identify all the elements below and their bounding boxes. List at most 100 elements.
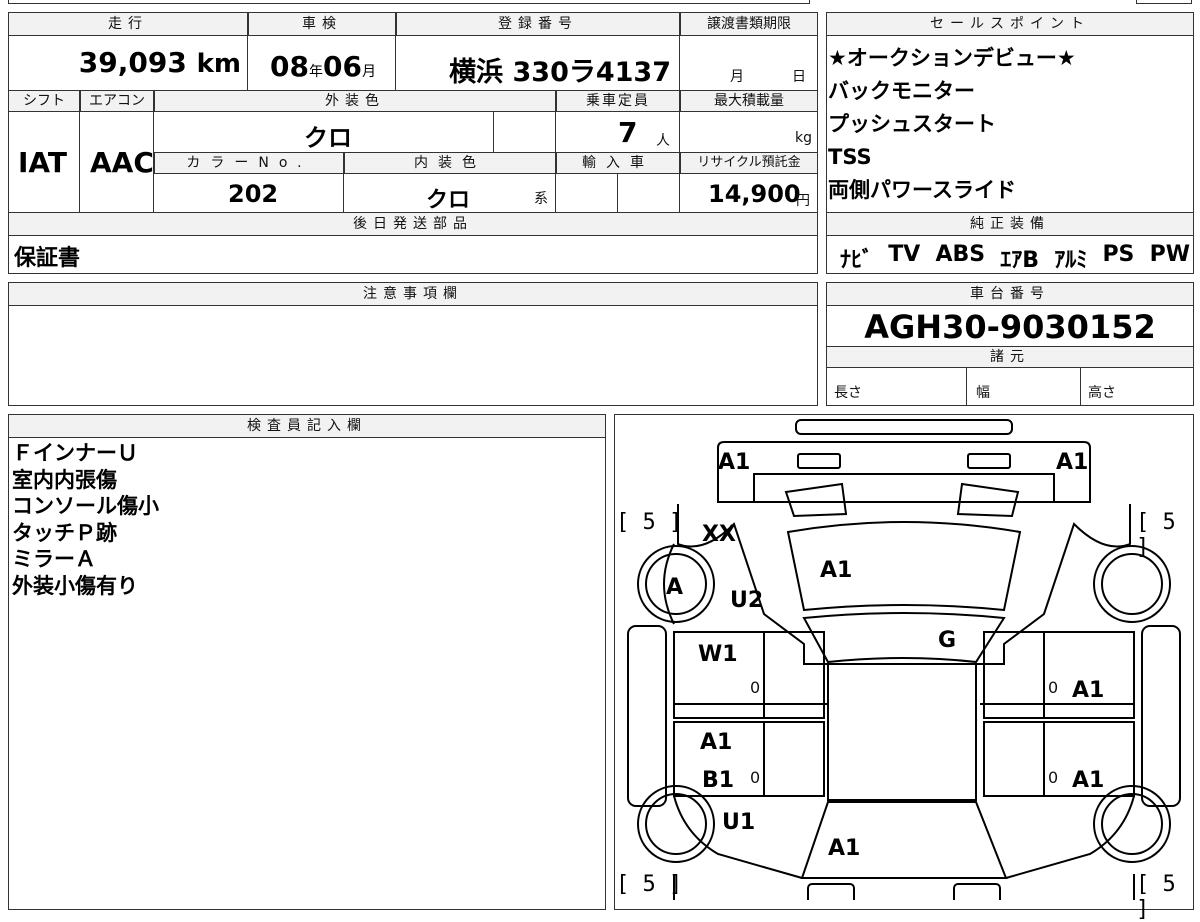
- equipment-alloy: ｱﾙﾐ: [1054, 248, 1088, 273]
- mark-right-front-door: A1: [1072, 678, 1105, 703]
- aircon-value: AAC: [90, 146, 154, 179]
- mark-hood: A1: [820, 558, 853, 583]
- interior-color-suffix: 系: [534, 191, 548, 207]
- mark-front-left-corner: A1: [718, 450, 751, 475]
- equipment-nav: ﾅﾋﾞ: [840, 248, 874, 273]
- sales-point-item: プッシュスタート: [828, 112, 996, 136]
- sales-points-label: セールスポイント: [826, 12, 1194, 36]
- equipment-airbag: ｴｱB: [1000, 248, 1040, 273]
- recycle-cell: 14,900 円: [680, 174, 818, 212]
- mileage-label: 走行: [8, 12, 248, 36]
- mileage-value: 39,093: [78, 46, 187, 79]
- top-cut-strip-right: [1136, 0, 1192, 4]
- capacity-cell: 7 人: [556, 112, 680, 152]
- chassis-label: 車台番号: [826, 282, 1194, 306]
- genuine-equipment-label: 純正装備: [826, 212, 1194, 236]
- shift-label: シフト: [8, 90, 80, 112]
- mark-left-front-fender: XX: [702, 522, 736, 547]
- recycle-unit: 円: [796, 193, 810, 209]
- inspection-month-unit: 月: [361, 64, 376, 80]
- transfer-deadline-cell: 月 日: [680, 36, 818, 90]
- color-no-cell: 202: [154, 174, 344, 212]
- aircon-label: エアコン: [80, 90, 154, 112]
- mark-right-rear-door-zero: 0: [1048, 768, 1059, 787]
- mark-roof-rear: A1: [828, 836, 861, 861]
- max-load-unit: kg: [795, 130, 812, 146]
- capacity-value: 7: [618, 116, 638, 149]
- mark-left-front-door: W1: [698, 642, 738, 667]
- mark-windshield: G: [938, 628, 957, 653]
- recycle-label: リサイクル預託金: [680, 152, 818, 174]
- registration-cell: 横浜 330ラ4137: [396, 36, 680, 90]
- shift-cell: IAT: [8, 112, 80, 212]
- inspector-line: ＦインナーＵ: [12, 441, 138, 465]
- import-label: 輸入車: [556, 152, 680, 174]
- interior-color-label: 内装色: [344, 152, 556, 174]
- exterior-color-value: クロ: [304, 124, 352, 152]
- registration-label: 登録番号: [396, 12, 680, 36]
- specs-label: 諸元: [826, 346, 1194, 368]
- chassis-value: AGH30-9030152: [864, 308, 1156, 346]
- inspection-year: 08: [270, 50, 309, 83]
- recycle-value: 14,900: [708, 180, 801, 208]
- mark-left-rear-door: B1: [702, 768, 735, 793]
- sales-point-item: TSS: [828, 145, 872, 169]
- notes-label: 注意事項欄: [8, 282, 818, 306]
- tread-rear-left: [ 5 ]: [616, 872, 683, 897]
- sales-point-item: ★オークションデビュー★: [828, 46, 1076, 70]
- sales-point-item: バックモニター: [828, 79, 975, 103]
- interior-color-cell: クロ 系: [344, 174, 556, 213]
- spec-height-label: 高さ: [1088, 385, 1116, 401]
- color-no-value: 202: [228, 180, 279, 208]
- equipment-tv: TV: [888, 242, 921, 267]
- mark-front-right-corner: A1: [1056, 450, 1089, 475]
- later-parts-label: 後日発送部品: [8, 212, 818, 236]
- max-load-label: 最大積載量: [680, 90, 818, 112]
- equipment-pw: PW: [1149, 242, 1190, 267]
- tread-front-left: [ 5 ]: [616, 510, 683, 535]
- tread-front-right: [ 5 ]: [1136, 510, 1176, 560]
- transfer-day-unit: 日: [792, 69, 806, 85]
- color-no-label: カラーNo.: [154, 152, 344, 174]
- inspector-line: 室内内張傷: [12, 467, 117, 492]
- exterior-color-cell: クロ: [154, 112, 494, 152]
- capacity-label: 乗車定員: [556, 90, 680, 112]
- inspection-month: 06: [322, 50, 362, 83]
- sales-point-item: 両側パワースライド: [828, 178, 1016, 202]
- mark-left-rear-quarter: U1: [722, 810, 756, 835]
- inspection-label: 車検: [248, 12, 396, 36]
- top-cut-strip: [8, 0, 810, 4]
- equipment-abs: ABS: [935, 242, 986, 267]
- mark-left-front-door-zero: 0: [750, 678, 761, 697]
- import-cell-b: [618, 174, 680, 212]
- interior-color-value: クロ: [426, 188, 471, 213]
- inspector-line: コンソール傷小: [12, 494, 159, 518]
- registration-value: 横浜 330ラ4137: [449, 57, 671, 88]
- max-load-cell: kg: [680, 112, 818, 152]
- tread-rear-right: [ 5 ]: [1136, 872, 1176, 922]
- mark-left-rear-door-zero: 0: [750, 768, 761, 787]
- import-cell-a: [556, 174, 618, 212]
- inspection-cell: 08年06月: [248, 36, 396, 90]
- exterior-color-label: 外装色: [154, 90, 556, 112]
- inspector-label: 検査員記入欄: [8, 414, 606, 438]
- mark-left-rear-door-top: A1: [700, 730, 733, 755]
- genuine-equipment-list: ﾅﾋﾞ TV ABS ｴｱB ｱﾙﾐ PS PW: [840, 242, 1190, 274]
- capacity-unit: 人: [656, 133, 670, 149]
- later-parts-value: 保証書: [14, 246, 81, 271]
- inspector-line: 外装小傷有り: [12, 573, 138, 598]
- mileage-cell: 39,093 km: [8, 36, 248, 90]
- mark-left-front-wheel: A: [666, 575, 684, 600]
- inspector-line: タッチＰ跡: [12, 520, 117, 545]
- mark-left-front-fender-low: U2: [730, 588, 764, 613]
- equipment-ps: PS: [1102, 242, 1135, 267]
- aircon-cell: AAC: [80, 112, 154, 212]
- sales-points-list: ★オークションデビュー★ バックモニター プッシュスタート TSS 両側パワース…: [828, 42, 1076, 207]
- spec-length-label: 長さ: [834, 385, 862, 401]
- shift-value: IAT: [18, 146, 68, 179]
- inspector-lines: ＦインナーＵ 室内内張傷 コンソール傷小 タッチＰ跡 ミラーＡ 外装小傷有り: [12, 440, 159, 599]
- inspection-year-unit: 年: [308, 64, 323, 80]
- spec-width-label: 幅: [976, 385, 990, 401]
- transfer-deadline-label: 譲渡書類期限: [680, 12, 818, 36]
- mileage-unit: km: [196, 49, 241, 79]
